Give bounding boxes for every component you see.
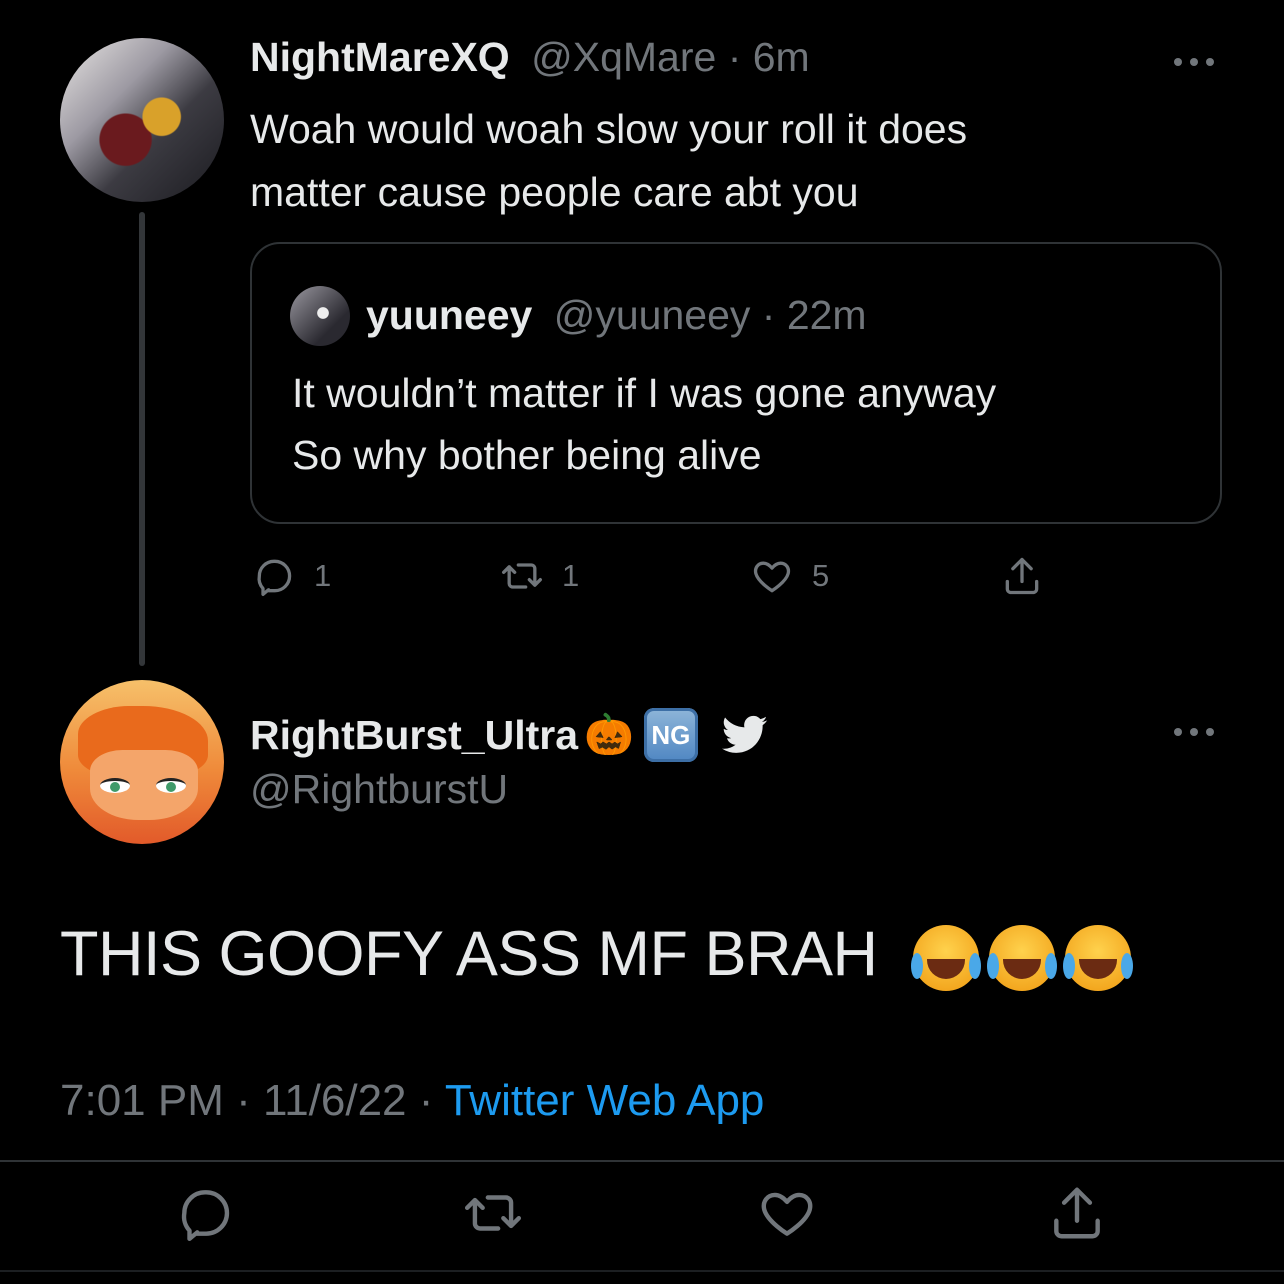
like-button[interactable]: 5 xyxy=(750,554,829,598)
reply-author-row: NightMareXQ @XqMare · 6m xyxy=(250,34,810,81)
pumpkin-emoji: 🎃 xyxy=(584,713,634,757)
like-count: 5 xyxy=(812,558,830,593)
retweet-icon xyxy=(464,1195,522,1231)
heart-icon xyxy=(753,561,791,593)
ng-badge: NG xyxy=(643,708,698,762)
retweet-button[interactable]: 1 xyxy=(500,554,579,598)
reply-author-handle[interactable]: @XqMare xyxy=(531,34,716,80)
quoted-author-row: yuuneey @yuuneey · 22m xyxy=(366,292,867,339)
main-tweet-source-link[interactable]: Twitter Web App xyxy=(445,1076,765,1125)
quoted-text-line: So why bother being alive xyxy=(292,432,762,478)
twitter-bird-icon xyxy=(721,715,768,753)
share-icon xyxy=(1005,557,1039,595)
share-button[interactable] xyxy=(1000,554,1044,598)
reply-button[interactable]: 1 xyxy=(252,554,331,598)
main-tweet-date: 11/6/22 xyxy=(262,1076,407,1125)
meta-separator: · xyxy=(716,34,753,80)
reply-author-name[interactable]: NightMareXQ xyxy=(250,34,510,80)
retweet-count: 1 xyxy=(562,558,580,593)
reply-icon xyxy=(257,559,292,596)
main-author-handle[interactable]: @RightburstU xyxy=(250,766,508,813)
avatar-eye xyxy=(156,778,186,793)
bottom-divider xyxy=(0,1270,1284,1272)
main-author-name[interactable]: RightBurst_Ultra xyxy=(250,712,578,759)
main-retweet-button[interactable] xyxy=(462,1182,524,1244)
reply-timestamp[interactable]: 6m xyxy=(753,34,810,80)
tears-of-joy-emoji xyxy=(1062,925,1133,992)
reply-text: Woah would woah slow your roll it does m… xyxy=(250,98,1210,224)
tears-of-joy-emoji xyxy=(910,925,981,992)
main-author-row: RightBurst_Ultra 🎃 NG xyxy=(250,708,768,762)
meta-separator: · xyxy=(223,1076,263,1125)
avatar-eye xyxy=(100,778,130,793)
main-reply-button[interactable] xyxy=(174,1182,236,1244)
reply-text-line: matter cause people care abt you xyxy=(250,169,859,215)
quoted-text-line: It wouldn’t matter if I was gone anyway xyxy=(292,370,997,416)
main-tweet-time: 7:01 PM xyxy=(60,1076,224,1125)
heart-icon xyxy=(761,1192,813,1236)
quoted-text: It wouldn’t matter if I was gone anyway … xyxy=(292,362,996,486)
reply-icon xyxy=(181,1190,230,1242)
meta-separator: · xyxy=(406,1076,445,1125)
quoted-timestamp: 22m xyxy=(786,292,867,338)
retweet-icon xyxy=(502,563,542,589)
reply-author-avatar[interactable] xyxy=(60,38,224,202)
main-like-button[interactable] xyxy=(756,1182,818,1244)
main-author-avatar[interactable] xyxy=(60,680,224,844)
thread-connector-line xyxy=(139,212,145,666)
quoted-author-handle: @yuuneey xyxy=(553,292,751,338)
meta-separator: · xyxy=(750,292,787,338)
reply-text-line: Woah would woah slow your roll it does xyxy=(250,106,968,152)
main-tweet-meta: 7:01 PM · 11/6/22 · Twitter Web App xyxy=(60,1076,764,1126)
reply-more-options-icon[interactable] xyxy=(1172,36,1216,76)
quoted-author-name: yuuneey xyxy=(366,292,533,338)
main-tweet-text-content: THIS GOOFY ASS MF BRAH xyxy=(60,919,878,989)
reply-count: 1 xyxy=(314,558,332,593)
share-icon xyxy=(1054,1187,1100,1239)
main-tweet-text: THIS GOOFY ASS MF BRAH xyxy=(60,918,1133,992)
divider xyxy=(0,1160,1284,1162)
main-more-options-icon[interactable] xyxy=(1172,706,1216,746)
main-share-button[interactable] xyxy=(1046,1182,1108,1244)
laughing-emoji-row xyxy=(910,925,1133,992)
tears-of-joy-emoji xyxy=(986,925,1057,992)
quoted-author-avatar xyxy=(290,286,350,346)
